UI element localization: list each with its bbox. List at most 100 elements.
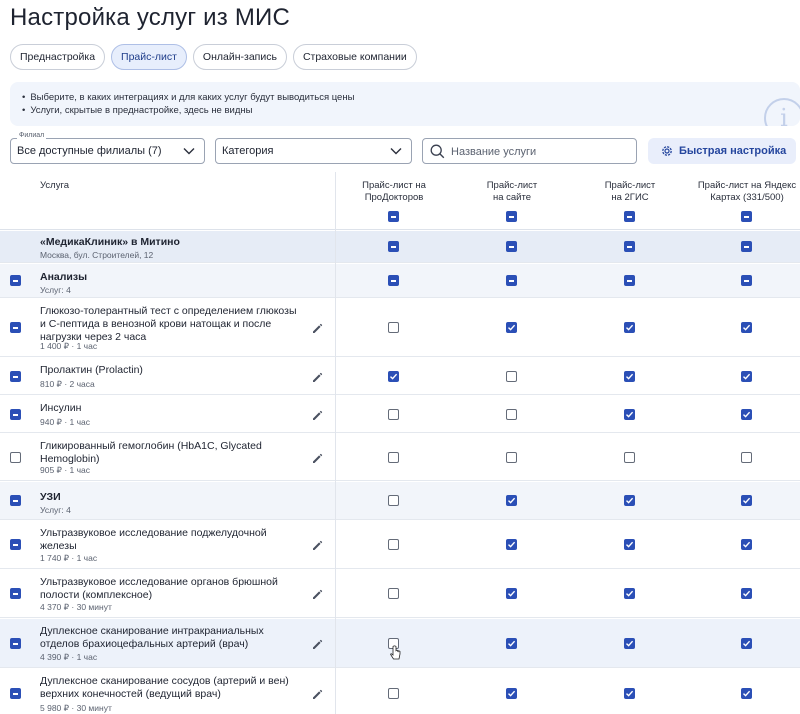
info-icon: i [764,98,800,126]
service-search [422,138,637,164]
service-column-checkbox[interactable] [388,371,399,382]
service-column-checkbox[interactable] [506,322,517,333]
edit-icon[interactable] [311,322,323,334]
service-column-checkbox[interactable] [506,539,517,550]
service-column-checkbox[interactable] [624,452,635,463]
service-column-checkbox[interactable] [506,588,517,599]
service-select-checkbox[interactable] [10,371,21,382]
service-select-checkbox[interactable] [10,688,21,699]
service-column-checkbox[interactable] [388,452,399,463]
branch-address: Москва, бул. Строителей, 12 [40,250,154,260]
tab-price-list[interactable]: Прайс-лист [111,44,187,70]
group-column-checkbox[interactable] [741,275,752,286]
column-select-checkbox[interactable] [741,211,752,222]
tab-bar: Преднастройка Прайс-лист Онлайн-запись С… [10,44,417,70]
service-column-checkbox[interactable] [506,409,517,420]
service-column-checkbox[interactable] [506,452,517,463]
service-row: Дуплексное сканирование сосудов (артерий… [0,669,800,714]
service-column-checkbox[interactable] [741,409,752,420]
service-select-checkbox[interactable] [10,322,21,333]
mouse-pointer-icon [390,645,401,660]
price-list-column-header: Прайс-лист на Яндекс Картах (331/500) [697,180,797,203]
service-row: Инсулин 940 ₽ · 1 час [0,396,800,433]
edit-icon[interactable] [311,638,323,650]
edit-icon[interactable] [311,688,323,700]
service-column-checkbox[interactable] [506,371,517,382]
filter-bar: Филиал Все доступные филиалы (7) Категор… [10,131,800,164]
column-select-checkbox[interactable] [388,211,399,222]
group-select-checkbox[interactable] [10,275,21,286]
service-select-checkbox[interactable] [10,638,21,649]
column-select-checkbox[interactable] [624,211,635,222]
service-column-checkbox[interactable] [388,322,399,333]
category-select[interactable]: Категория [215,138,412,164]
service-select-checkbox[interactable] [10,409,21,420]
service-column-checkbox[interactable] [506,688,517,699]
service-row: Гликированный гемоглобин (HbA1C, Glycate… [0,434,800,481]
service-column-checkbox[interactable] [624,688,635,699]
group-column-checkbox[interactable] [506,275,517,286]
service-column-checkbox[interactable] [388,539,399,550]
info-banner: Выберите, в каких интеграциях и для каки… [10,82,800,126]
group-column-checkbox[interactable] [388,275,399,286]
group-name: УЗИ [40,491,61,503]
service-select-checkbox[interactable] [10,452,21,463]
branch-column-checkbox[interactable] [624,241,635,252]
branch-column-checkbox[interactable] [388,241,399,252]
service-name: Гликированный гемоглобин (HbA1C, Glycate… [40,440,262,465]
service-row: Ультразвуковое исследование поджелудочно… [0,521,800,569]
search-icon [430,144,445,159]
edit-icon[interactable] [311,588,323,600]
quick-setup-label: Быстрая настройка [679,145,787,157]
service-column-checkbox[interactable] [741,371,752,382]
group-column-checkbox[interactable] [624,495,635,506]
quick-setup-button[interactable]: Быстрая настройка [648,138,796,164]
group-select-checkbox[interactable] [10,495,21,506]
service-column-checkbox[interactable] [741,322,752,333]
column-select-checkbox[interactable] [506,211,517,222]
service-price-duration: 1 400 ₽ · 1 час [40,341,98,351]
service-column-checkbox[interactable] [741,452,752,463]
service-column-checkbox[interactable] [624,638,635,649]
edit-icon[interactable] [311,409,323,421]
edit-icon[interactable] [311,539,323,551]
edit-icon[interactable] [311,452,323,464]
info-line: Выберите, в каких интеграциях и для каки… [22,91,354,104]
group-name: Анализы [40,271,88,283]
service-column-checkbox[interactable] [624,371,635,382]
branch-name: «МедикаКлиник» в Митино [40,236,180,248]
group-column-checkbox[interactable] [741,495,752,506]
tab-insurance-companies[interactable]: Страховые компании [292,44,417,70]
branch-column-checkbox[interactable] [506,241,517,252]
service-column-checkbox[interactable] [741,638,752,649]
service-row: Ультразвуковое исследование органов брюш… [0,570,800,618]
service-select-checkbox[interactable] [10,588,21,599]
service-column-checkbox[interactable] [506,638,517,649]
service-column-checkbox[interactable] [741,539,752,550]
branch-column-checkbox[interactable] [741,241,752,252]
edit-icon[interactable] [311,371,323,383]
service-column-checkbox[interactable] [388,588,399,599]
service-column-checkbox[interactable] [624,588,635,599]
service-column-checkbox[interactable] [388,688,399,699]
price-list-column-header: Прайс-лист на 2ГИС [604,180,656,203]
branch-select-value: Все доступные филиалы (7) [17,145,162,157]
service-name: Ультразвуковое исследование поджелудочно… [40,527,267,552]
service-select-checkbox[interactable] [10,539,21,550]
service-column-checkbox[interactable] [741,588,752,599]
tab-presetup[interactable]: Преднастройка [10,44,106,70]
branch-select[interactable]: Филиал Все доступные филиалы (7) [10,131,205,164]
group-column-checkbox[interactable] [388,495,399,506]
service-row: Пролактин (Prolactin) 810 ₽ · 2 часа [0,358,800,395]
service-column-checkbox[interactable] [624,322,635,333]
service-name: Инсулин [40,402,82,414]
tab-online-booking[interactable]: Онлайн-запись [192,44,287,70]
branch-select-label: Филиал [17,131,47,141]
service-column-checkbox[interactable] [624,409,635,420]
group-column-checkbox[interactable] [624,275,635,286]
service-column-checkbox[interactable] [741,688,752,699]
group-column-checkbox[interactable] [506,495,517,506]
service-search-input[interactable] [451,143,631,160]
service-column-checkbox[interactable] [388,409,399,420]
service-column-checkbox[interactable] [624,539,635,550]
